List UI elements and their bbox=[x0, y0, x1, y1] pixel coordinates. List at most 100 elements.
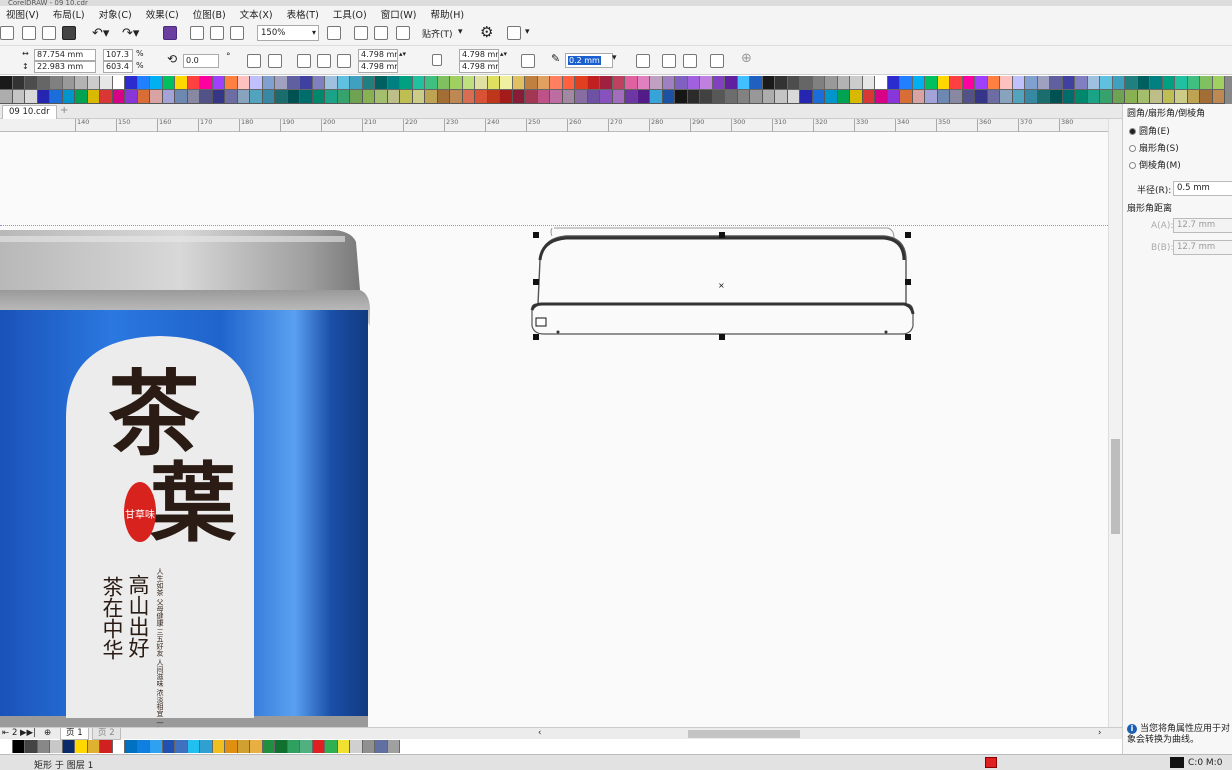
palette-swatch[interactable] bbox=[37, 90, 50, 104]
palette-swatch[interactable] bbox=[0, 90, 13, 104]
palette-swatch[interactable] bbox=[787, 90, 800, 104]
palette-swatch[interactable] bbox=[675, 90, 688, 104]
palette-swatch[interactable] bbox=[1162, 90, 1175, 104]
document-palette-swatch[interactable] bbox=[0, 740, 13, 753]
corner-radius-bottom-left[interactable]: 4.798 mm bbox=[358, 61, 398, 73]
document-palette-swatch[interactable] bbox=[312, 740, 325, 753]
palette-swatch[interactable] bbox=[1112, 76, 1125, 90]
rotation-field[interactable]: 0.0 bbox=[183, 54, 219, 68]
radio-chamfer-dot[interactable] bbox=[1129, 162, 1136, 169]
document-tab[interactable]: 09 10.cdr bbox=[2, 105, 57, 119]
add-page-icon[interactable]: ⊕ bbox=[44, 728, 51, 739]
selected-lid-shape[interactable]: × bbox=[526, 226, 916, 342]
palette-swatch[interactable] bbox=[450, 90, 463, 104]
palette-swatch[interactable] bbox=[1150, 76, 1163, 90]
palette-swatch[interactable] bbox=[62, 76, 75, 90]
document-palette-swatch[interactable] bbox=[150, 740, 163, 753]
palette-swatch[interactable] bbox=[387, 76, 400, 90]
palette-swatch[interactable] bbox=[1000, 76, 1013, 90]
palette-swatch[interactable] bbox=[512, 76, 525, 90]
palette-swatch[interactable] bbox=[925, 90, 938, 104]
palette-swatch[interactable] bbox=[612, 76, 625, 90]
palette-swatch[interactable] bbox=[875, 76, 888, 90]
palette-swatch[interactable] bbox=[137, 90, 150, 104]
palette-swatch[interactable] bbox=[562, 76, 575, 90]
palette-swatch[interactable] bbox=[700, 90, 713, 104]
palette-swatch[interactable] bbox=[500, 76, 513, 90]
menu-item-help[interactable]: 帮助(H) bbox=[431, 7, 465, 21]
palette-swatch[interactable] bbox=[525, 90, 538, 104]
palette-swatch[interactable] bbox=[812, 76, 825, 90]
palette-swatch[interactable] bbox=[1025, 90, 1038, 104]
palette-swatch[interactable] bbox=[887, 76, 900, 90]
menu-item-view[interactable]: 视图(V) bbox=[6, 7, 39, 21]
round-corner-icon[interactable] bbox=[297, 54, 311, 68]
palette-swatch[interactable] bbox=[487, 76, 500, 90]
selection-handle[interactable] bbox=[905, 232, 911, 238]
palette-swatch[interactable] bbox=[337, 76, 350, 90]
palette-swatch[interactable] bbox=[812, 90, 825, 104]
palette-swatch[interactable] bbox=[1012, 90, 1025, 104]
palette-swatch[interactable] bbox=[212, 76, 225, 90]
palette-swatch[interactable] bbox=[1187, 90, 1200, 104]
selection-handle[interactable] bbox=[905, 279, 911, 285]
palette-swatch[interactable] bbox=[537, 90, 550, 104]
palette-swatch[interactable] bbox=[1100, 90, 1113, 104]
selection-handle[interactable] bbox=[533, 334, 539, 340]
document-palette-swatch[interactable] bbox=[200, 740, 213, 753]
palette-swatch[interactable] bbox=[225, 90, 238, 104]
palette-swatch[interactable] bbox=[600, 90, 613, 104]
palette-swatch[interactable] bbox=[950, 90, 963, 104]
palette-swatch[interactable] bbox=[25, 90, 38, 104]
page-tab-2[interactable]: 页 2 bbox=[92, 728, 121, 740]
palette-swatch[interactable] bbox=[750, 76, 763, 90]
document-palette-swatch[interactable] bbox=[300, 740, 313, 753]
palette-swatch[interactable] bbox=[312, 76, 325, 90]
palette-swatch[interactable] bbox=[487, 90, 500, 104]
to-front-icon[interactable] bbox=[662, 54, 676, 68]
document-palette-swatch[interactable] bbox=[237, 740, 250, 753]
palette-swatch[interactable] bbox=[275, 76, 288, 90]
convert-to-curves-icon[interactable] bbox=[710, 54, 724, 68]
mirror-horizontal-icon[interactable] bbox=[247, 54, 261, 68]
palette-swatch[interactable] bbox=[425, 76, 438, 90]
palette-swatch[interactable] bbox=[1200, 90, 1213, 104]
pdf-icon[interactable] bbox=[230, 26, 244, 40]
palette-swatch[interactable] bbox=[250, 76, 263, 90]
palette-swatch[interactable] bbox=[75, 90, 88, 104]
document-palette-swatch[interactable] bbox=[87, 740, 100, 753]
scale-y-field[interactable]: 603.4 bbox=[103, 61, 133, 73]
palette-swatch[interactable] bbox=[1187, 76, 1200, 90]
palette-swatch[interactable] bbox=[125, 76, 138, 90]
document-palette-swatch[interactable] bbox=[350, 740, 363, 753]
palette-swatch[interactable] bbox=[412, 76, 425, 90]
scroll-right-icon[interactable]: › bbox=[1098, 728, 1101, 739]
document-palette-swatch[interactable] bbox=[175, 740, 188, 753]
palette-swatch[interactable] bbox=[337, 90, 350, 104]
palette-swatch[interactable] bbox=[575, 90, 588, 104]
object-height-field[interactable]: 22.983 mm bbox=[34, 61, 96, 73]
document-palette-swatch[interactable] bbox=[25, 740, 38, 753]
selection-handle[interactable] bbox=[719, 334, 725, 340]
vertical-scroll-thumb[interactable] bbox=[1111, 439, 1120, 534]
document-palette[interactable] bbox=[0, 740, 626, 753]
corner-spin-right-icon[interactable]: ▴▾ bbox=[500, 50, 507, 58]
corner-spin-icon[interactable]: ▴▾ bbox=[399, 50, 406, 58]
mirror-vertical-icon[interactable] bbox=[268, 54, 282, 68]
palette-swatch[interactable] bbox=[775, 76, 788, 90]
chamfer-corner-icon[interactable] bbox=[337, 54, 351, 68]
palette-swatch[interactable] bbox=[1075, 76, 1088, 90]
palette-swatch[interactable] bbox=[1212, 76, 1225, 90]
palette-swatch[interactable] bbox=[37, 76, 50, 90]
palette-swatch[interactable] bbox=[912, 90, 925, 104]
document-palette-swatch[interactable] bbox=[125, 740, 138, 753]
lid-top-outline[interactable] bbox=[537, 235, 907, 305]
palette-swatch[interactable] bbox=[587, 76, 600, 90]
to-back-icon[interactable] bbox=[683, 54, 697, 68]
scallop-corner-icon[interactable] bbox=[317, 54, 331, 68]
print-icon[interactable] bbox=[62, 26, 76, 40]
selection-handle[interactable] bbox=[533, 232, 539, 238]
palette-swatch[interactable] bbox=[825, 76, 838, 90]
add-document-icon[interactable]: + bbox=[60, 105, 68, 116]
palette-swatch[interactable] bbox=[537, 76, 550, 90]
